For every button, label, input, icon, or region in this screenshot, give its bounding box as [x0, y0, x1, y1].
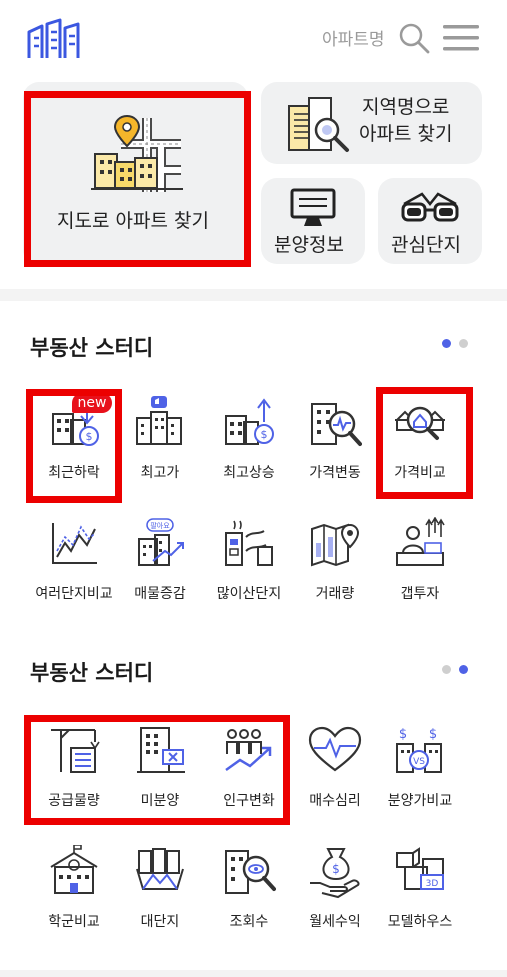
svg-text:$: $ [332, 862, 340, 876]
study-item-label: 매물증감 [134, 586, 186, 602]
study-item-label: 학군비교 [48, 914, 100, 930]
study-item-label: 거래량 [315, 586, 355, 602]
dot-active[interactable] [442, 339, 451, 348]
highlight-box-supply-group [24, 715, 290, 825]
region-search-label: 지역명으로 아파트 찾기 [359, 96, 453, 145]
sale-info-label: 분양정보 [274, 234, 344, 256]
highlight-box-map [24, 91, 251, 267]
study-item-label: 조회수 [229, 914, 269, 930]
trade-volume-icon [311, 523, 360, 567]
study-item-label: 최고상승 [223, 465, 275, 481]
hamburger-menu-icon[interactable] [443, 24, 479, 52]
study-item-label: 가격변동 [309, 465, 361, 481]
search-label[interactable]: 아파트명 [322, 25, 385, 50]
building-magnifier-icon [288, 97, 349, 152]
study-item-price-change[interactable]: 가격변동 [290, 396, 380, 506]
svg-text:VS: VS [413, 757, 425, 767]
study-item-label: 여러단지비교 [35, 586, 113, 602]
study-item-model-house[interactable]: 3D 모델하우스 [375, 845, 465, 955]
listing-change-icon: 팔아요 [138, 518, 184, 566]
svg-text:$: $ [399, 727, 407, 742]
section-divider [0, 289, 507, 301]
study-item-listing-change[interactable]: 팔아요매물증감 [115, 517, 205, 627]
large-complex-icon [136, 848, 184, 890]
dot-inactive[interactable] [442, 665, 451, 674]
study-item-label: 많이산단지 [216, 586, 282, 602]
study-item-trade-volume[interactable]: 거래량 [290, 517, 380, 627]
view-count-icon [225, 850, 276, 894]
rent-income-icon: $ [310, 848, 360, 899]
study-item-most-bought[interactable]: 많이산단지 [204, 517, 294, 627]
header: 아파트명 [0, 0, 507, 80]
study-item-rent-income[interactable]: $ 월세수익 [290, 845, 380, 955]
carousel-dots-2[interactable] [442, 665, 472, 675]
top-price-icon [136, 396, 182, 445]
sale-price-compare-icon: $ $ VS [396, 727, 442, 773]
highlight-box-price-compare [376, 387, 473, 499]
study-item-large-complex[interactable]: 대단지 [115, 845, 205, 955]
study-item-multi-compare[interactable]: 여러단지비교 [29, 517, 119, 627]
most-bought-icon [225, 520, 273, 566]
svg-text:$: $ [261, 428, 268, 441]
study-item-top-price[interactable]: 최고가 [115, 396, 205, 506]
school-district-icon [50, 845, 98, 894]
multi-compare-icon [52, 523, 97, 564]
buyer-sentiment-icon [308, 726, 362, 772]
dot-active[interactable] [459, 665, 468, 674]
study-item-buyer-sentiment[interactable]: 매수심리 [290, 724, 380, 834]
svg-text:3D: 3D [426, 879, 439, 889]
study-item-view-count[interactable]: 조회수 [204, 845, 294, 955]
study-item-top-rise[interactable]: $ 최고상승 [204, 396, 294, 506]
study-item-sale-price-compare[interactable]: $ $ VS 분양가비교 [375, 724, 465, 834]
study-item-label: 최고가 [140, 465, 180, 481]
region-search-card[interactable]: 지역명으로 아파트 찾기 [261, 82, 482, 164]
binoculars-icon [401, 192, 459, 222]
section-title-study-2: 부동산 스터디 [30, 661, 154, 685]
apartment-logo[interactable] [26, 18, 82, 60]
favorite-complex-card[interactable]: 관심단지 [378, 178, 482, 264]
model-house-icon: 3D [396, 847, 444, 890]
gap-invest-icon [396, 517, 445, 566]
sale-info-card[interactable]: 분양정보 [261, 178, 365, 264]
study-item-label: 매수심리 [309, 793, 361, 809]
study-item-school-district[interactable]: 학군비교 [29, 845, 119, 955]
study-item-gap-invest[interactable]: 갭투자 [375, 517, 465, 627]
dot-inactive[interactable] [459, 339, 468, 348]
top-rise-icon: $ [225, 398, 274, 445]
favorite-complex-label: 관심단지 [391, 234, 461, 256]
price-change-icon [311, 403, 362, 446]
highlight-box-recent-drop [26, 389, 122, 503]
study-item-label: 대단지 [140, 914, 180, 930]
study-item-label: 월세수익 [309, 914, 361, 930]
carousel-dots-1[interactable] [442, 339, 472, 349]
study-item-label: 모델하우스 [387, 914, 453, 930]
study-item-label: 분양가비교 [387, 793, 453, 809]
svg-text:팔아요: 팔아요 [150, 521, 170, 530]
study-item-label: 갭투자 [400, 586, 440, 602]
section-title-study-1: 부동산 스터디 [30, 336, 154, 360]
svg-text:$: $ [429, 727, 437, 742]
bottom-divider [0, 970, 507, 977]
monitor-icon [290, 188, 336, 226]
search-icon[interactable] [398, 22, 430, 54]
